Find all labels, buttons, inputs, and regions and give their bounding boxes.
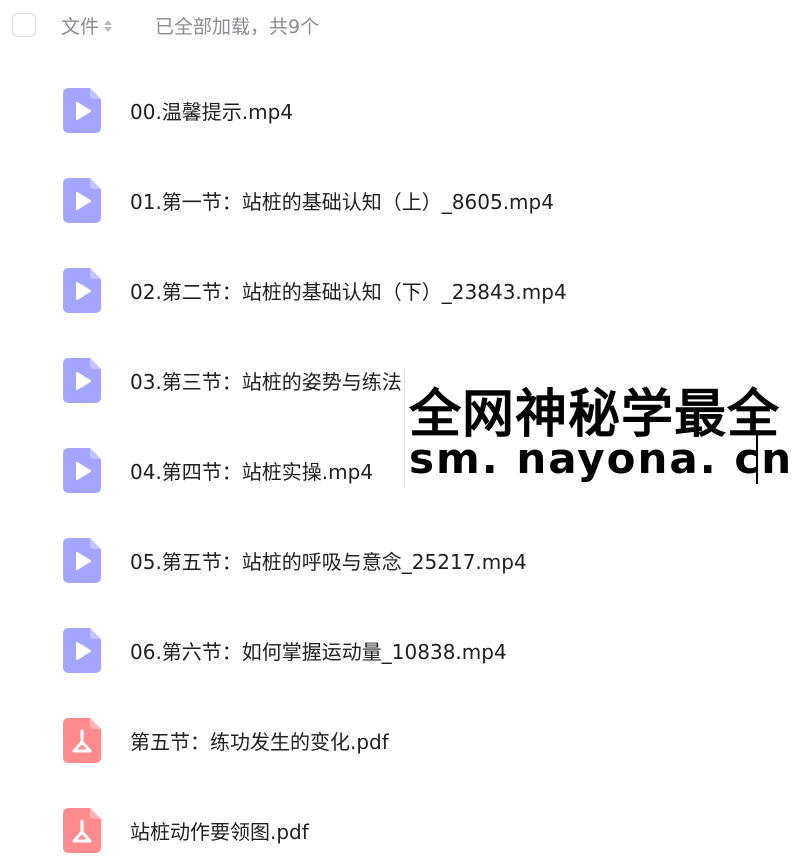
video-file-icon-graphic [63, 627, 101, 673]
file-row[interactable]: 站桩动作要领图.pdf [0, 785, 812, 867]
file-row[interactable]: 05.第五节：站桩的呼吸与意念_25217.mp4 [0, 515, 812, 605]
file-row[interactable]: 第五节：练功发生的变化.pdf [0, 695, 812, 785]
video-file-icon-graphic [63, 177, 101, 223]
file-row[interactable]: 00.温馨提示.mp4 [0, 65, 812, 155]
file-row[interactable]: 01.第一节：站桩的基础认知（上）_8605.mp4 [0, 155, 812, 245]
video-file-icon [63, 537, 101, 583]
video-file-icon-graphic [63, 267, 101, 313]
file-name: 00.温馨提示.mp4 [130, 99, 294, 124]
video-file-icon-graphic [63, 537, 101, 583]
video-file-icon-graphic [63, 87, 101, 133]
watermark-url: sm. nayona. cn [409, 434, 794, 483]
video-file-icon [63, 357, 101, 403]
file-name: 03.第三节：站桩的姿势与练法 [130, 369, 402, 394]
column-label: 文件 [61, 16, 100, 38]
video-file-icon [63, 627, 101, 673]
pdf-file-icon-graphic [63, 807, 101, 853]
text-cursor [756, 432, 758, 484]
load-status-text: 已全部加载，共9个 [155, 16, 320, 38]
video-file-icon-graphic [63, 357, 101, 403]
file-name: 01.第一节：站桩的基础认知（上）_8605.mp4 [130, 189, 554, 214]
file-list-header: 文件 已全部加载，共9个 [0, 0, 812, 50]
video-file-icon [63, 177, 101, 223]
select-all-checkbox[interactable] [12, 13, 36, 37]
pdf-file-icon [63, 807, 101, 853]
sort-icon [103, 17, 113, 35]
video-file-icon [63, 267, 101, 313]
watermark-overlay: 全网神秘学最全 sm. nayona. cn [404, 368, 812, 488]
pdf-file-icon-graphic [63, 717, 101, 763]
file-name: 04.第四节：站桩实操.mp4 [130, 459, 374, 484]
file-name: 06.第六节：如何掌握运动量_10838.mp4 [130, 639, 507, 664]
pdf-file-icon [63, 717, 101, 763]
file-name: 站桩动作要领图.pdf [130, 819, 309, 844]
video-file-icon [63, 447, 101, 493]
video-file-icon-graphic [63, 447, 101, 493]
sort-by-name-button[interactable]: 文件 [61, 12, 113, 39]
file-row[interactable]: 02.第二节：站桩的基础认知（下）_23843.mp4 [0, 245, 812, 335]
file-name: 02.第二节：站桩的基础认知（下）_23843.mp4 [130, 279, 567, 304]
file-name: 05.第五节：站桩的呼吸与意念_25217.mp4 [130, 549, 527, 574]
video-file-icon [63, 87, 101, 133]
file-row[interactable]: 06.第六节：如何掌握运动量_10838.mp4 [0, 605, 812, 695]
file-name: 第五节：练功发生的变化.pdf [130, 729, 389, 754]
